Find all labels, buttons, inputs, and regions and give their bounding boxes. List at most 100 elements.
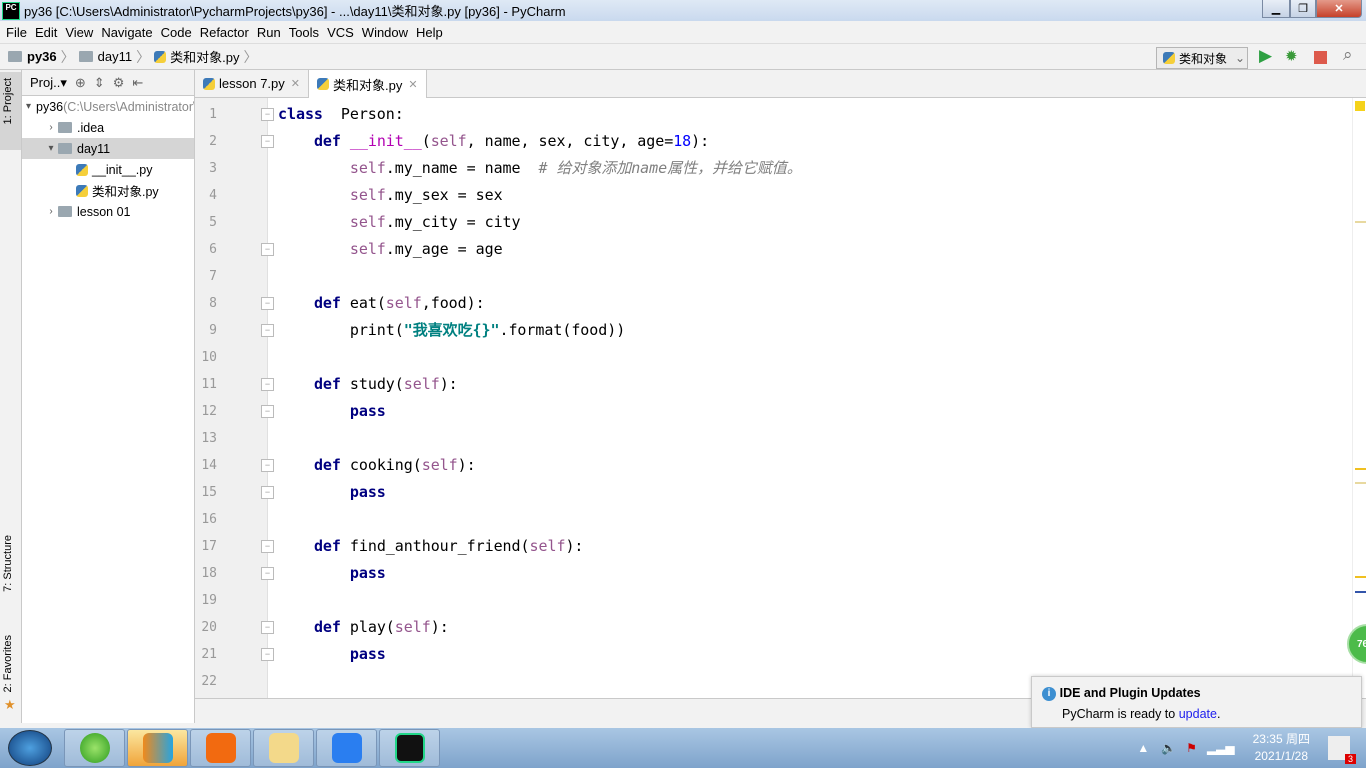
debug-icon[interactable]: ✹ <box>1285 47 1298 65</box>
hide-icon[interactable]: ⇤ <box>132 75 143 91</box>
menu-help[interactable]: Help <box>412 25 447 40</box>
taskbar-media-app[interactable] <box>190 729 251 767</box>
stop-icon[interactable] <box>1314 51 1327 64</box>
tree-item-label: lesson 01 <box>77 204 131 219</box>
fold-marker-icon[interactable]: − <box>261 648 274 661</box>
menu-code[interactable]: Code <box>157 25 196 40</box>
action-center-flag-icon[interactable]: ⚑ <box>1186 741 1197 755</box>
line-number: 22 <box>201 674 217 689</box>
menu-refactor[interactable]: Refactor <box>196 25 253 40</box>
breadcrumb-project[interactable]: py36 〉 <box>8 47 75 67</box>
fold-marker-icon[interactable]: − <box>261 567 274 580</box>
code-token: , name, sex, city, age= <box>466 132 674 150</box>
show-hidden-icons[interactable]: ▲ <box>1137 741 1149 755</box>
expand-arrow-icon[interactable]: ▾ <box>44 143 58 154</box>
project-tool-tab[interactable]: 1: Project <box>2 78 14 124</box>
breadcrumb-folder[interactable]: day11 〉 <box>78 47 150 67</box>
folder-icon <box>58 143 72 154</box>
volume-icon[interactable]: 🔈 <box>1161 741 1176 755</box>
taskbar-wps[interactable] <box>316 729 377 767</box>
search-icon[interactable]: ⌕ <box>1343 45 1353 65</box>
fold-marker-icon[interactable]: − <box>261 297 274 310</box>
menu-tools[interactable]: Tools <box>285 25 323 40</box>
close-button[interactable]: ✕ <box>1316 0 1362 18</box>
close-tab-icon[interactable]: ✕ <box>291 77 300 90</box>
fold-marker-icon[interactable]: − <box>261 405 274 418</box>
fold-marker-icon[interactable]: − <box>261 540 274 553</box>
update-link[interactable]: update <box>1179 707 1217 721</box>
code-token: class <box>278 105 323 123</box>
locate-icon[interactable]: ⊕ <box>75 75 86 91</box>
notification-count-badge: 3 <box>1344 754 1356 764</box>
fold-marker-icon[interactable]: − <box>261 459 274 472</box>
menu-vcs[interactable]: VCS <box>323 25 358 40</box>
tree-item[interactable]: ▾ py36 (C:\Users\Administrator\PycharmPro… <box>22 96 194 117</box>
code-token: find_anthour_friend( <box>340 537 530 555</box>
code-token: self <box>430 132 467 150</box>
line-number: 9 <box>209 323 217 338</box>
collapse-icon[interactable]: ⇕ <box>94 75 105 91</box>
restore-button[interactable]: ❐ <box>1290 0 1316 18</box>
fold-marker-icon[interactable]: − <box>261 378 274 391</box>
tree-item[interactable]: 类和对象.py <box>22 180 194 201</box>
editor-tab[interactable]: lesson 7.py ✕ <box>195 70 309 97</box>
line-number: 7 <box>209 269 217 284</box>
editor-tab[interactable]: 类和对象.py ✕ <box>308 70 427 98</box>
code-token: .my_city = city <box>385 213 521 231</box>
tree-item[interactable]: › .idea <box>22 117 194 138</box>
taskbar-pycharm[interactable] <box>379 729 440 767</box>
code-token: eat( <box>340 294 386 312</box>
code-token: .my_name = name <box>385 159 539 177</box>
folder-icon <box>8 51 22 62</box>
clock[interactable]: 23:35 周四 2021/1/28 <box>1253 731 1310 765</box>
fold-marker-icon[interactable]: − <box>261 108 274 121</box>
gear-icon[interactable]: ⚙ <box>113 75 125 91</box>
line-number: 6 <box>209 242 217 257</box>
close-tab-icon[interactable]: ✕ <box>408 78 417 91</box>
breadcrumb-file[interactable]: 类和对象.py 〉 <box>154 47 257 67</box>
code-token: def <box>313 375 341 393</box>
notification-center-icon[interactable]: 3 <box>1328 736 1356 764</box>
menu-navigate[interactable]: Navigate <box>97 25 156 40</box>
fold-marker-icon[interactable]: − <box>261 324 274 337</box>
fold-marker-icon[interactable]: − <box>261 621 274 634</box>
network-icon[interactable]: ▂▃▅ <box>1207 741 1235 755</box>
tree-item[interactable]: › lesson 01 <box>22 201 194 222</box>
project-view-select[interactable]: Proj..▾ <box>30 75 67 91</box>
taskbar-file-explorer[interactable] <box>253 729 314 767</box>
minimize-button[interactable]: ▁ <box>1262 0 1290 18</box>
menu-run[interactable]: Run <box>253 25 285 40</box>
taskbar-video-player[interactable] <box>127 729 188 767</box>
inspection-status-icon[interactable] <box>1355 101 1365 111</box>
code-token: .my_sex = sex <box>385 186 503 204</box>
breadcrumb-label: 类和对象.py <box>170 50 240 65</box>
editor-scrollbar[interactable] <box>1352 98 1366 698</box>
menu-edit[interactable]: Edit <box>31 25 61 40</box>
code-token: pass <box>349 483 386 501</box>
menu-window[interactable]: Window <box>358 25 412 40</box>
line-number: 18 <box>201 566 217 581</box>
fold-marker-icon[interactable]: − <box>261 486 274 499</box>
taskbar-browser[interactable] <box>64 729 125 767</box>
tree-item[interactable]: ▾ day11 <box>22 138 194 159</box>
expand-arrow-icon[interactable]: › <box>44 122 58 133</box>
fold-marker-icon[interactable]: − <box>261 243 274 256</box>
structure-tool-tab[interactable]: 7: Structure <box>2 535 14 592</box>
favorites-tool-tab[interactable]: 2: Favorites <box>2 635 14 692</box>
star-icon: ★ <box>4 697 16 712</box>
start-button[interactable] <box>8 730 52 766</box>
expand-arrow-icon[interactable]: ▾ <box>26 101 31 112</box>
run-config-select[interactable]: 类和对象 ⌄ <box>1156 47 1248 69</box>
notification-text: PyCharm is ready to <box>1062 706 1179 721</box>
code-line: def find_anthour_friend(self): <box>278 533 584 560</box>
run-icon[interactable]: ▶ <box>1259 46 1272 66</box>
code-token: ( <box>421 132 431 150</box>
tree-item[interactable]: __init__.py <box>22 159 194 180</box>
menu-view[interactable]: View <box>61 25 97 40</box>
fold-marker-icon[interactable]: − <box>261 135 274 148</box>
menu-file[interactable]: File <box>2 25 31 40</box>
code-line: pass <box>278 641 386 668</box>
expand-arrow-icon[interactable]: › <box>44 206 58 217</box>
